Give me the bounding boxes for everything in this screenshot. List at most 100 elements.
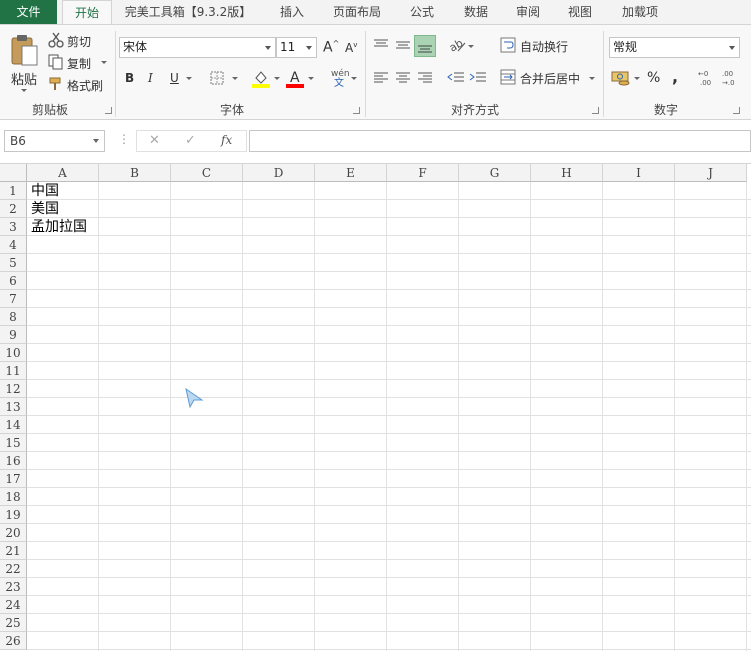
shrink-font-icon[interactable]: Av bbox=[345, 41, 357, 55]
underline-dropdown-icon[interactable] bbox=[186, 77, 192, 80]
column-header-h[interactable]: H bbox=[531, 164, 603, 182]
percent-button[interactable]: % bbox=[647, 70, 660, 86]
row-header-26[interactable]: 26 bbox=[0, 632, 27, 650]
row-header-17[interactable]: 17 bbox=[0, 470, 27, 488]
tab-review[interactable]: 审阅 bbox=[506, 0, 550, 24]
cut-button[interactable]: 剪切 bbox=[48, 32, 108, 50]
number-format-combo[interactable]: 常规 bbox=[609, 37, 740, 58]
increase-indent-icon[interactable] bbox=[469, 71, 487, 85]
align-left-icon[interactable] bbox=[373, 71, 389, 85]
decrease-decimal-icon[interactable]: .00 →.0 bbox=[721, 69, 741, 87]
row-header-22[interactable]: 22 bbox=[0, 560, 27, 578]
decrease-indent-icon[interactable] bbox=[447, 71, 465, 85]
row-header-12[interactable]: 12 bbox=[0, 380, 27, 398]
grow-font-icon[interactable]: A^ bbox=[323, 39, 339, 56]
column-header-j[interactable]: J bbox=[675, 164, 747, 182]
row-header-11[interactable]: 11 bbox=[0, 362, 27, 380]
alignment-launcher-icon[interactable] bbox=[592, 107, 599, 114]
align-top-icon[interactable] bbox=[373, 38, 389, 52]
row-header-5[interactable]: 5 bbox=[0, 254, 27, 272]
font-color-icon[interactable]: A bbox=[286, 69, 304, 89]
row-header-13[interactable]: 13 bbox=[0, 398, 27, 416]
paste-dropdown-icon[interactable] bbox=[21, 89, 27, 92]
align-middle-icon[interactable] bbox=[395, 38, 411, 52]
row-header-25[interactable]: 25 bbox=[0, 614, 27, 632]
font-name-combo[interactable]: 宋体 bbox=[119, 37, 276, 58]
merge-center-button[interactable]: 合并后居中 bbox=[500, 69, 598, 89]
underline-button[interactable]: U bbox=[170, 71, 179, 85]
column-header-g[interactable]: G bbox=[459, 164, 531, 182]
row-header-9[interactable]: 9 bbox=[0, 326, 27, 344]
borders-icon[interactable] bbox=[210, 71, 224, 85]
row-header-18[interactable]: 18 bbox=[0, 488, 27, 506]
row-header-2[interactable]: 2 bbox=[0, 200, 27, 218]
increase-decimal-icon[interactable]: ←0 .00 bbox=[697, 69, 717, 87]
formula-input[interactable] bbox=[249, 130, 751, 152]
row-header-20[interactable]: 20 bbox=[0, 524, 27, 542]
cancel-icon[interactable]: ✕ bbox=[149, 133, 160, 148]
tab-formulas[interactable]: 公式 bbox=[400, 0, 444, 24]
font-launcher-icon[interactable] bbox=[353, 107, 360, 114]
fill-color-dropdown-icon[interactable] bbox=[274, 77, 280, 80]
tab-toolbox[interactable]: 完美工具箱【9.3.2版】 bbox=[118, 0, 258, 24]
column-header-e[interactable]: E bbox=[315, 164, 387, 182]
align-right-icon[interactable] bbox=[417, 71, 433, 85]
accounting-format-icon[interactable] bbox=[611, 69, 631, 87]
copy-button[interactable]: 复制 bbox=[48, 54, 110, 72]
insert-function-icon[interactable]: fx bbox=[221, 133, 232, 147]
row-header-7[interactable]: 7 bbox=[0, 290, 27, 308]
row-header-3[interactable]: 3 bbox=[0, 218, 27, 236]
column-header-f[interactable]: F bbox=[387, 164, 459, 182]
row-header-21[interactable]: 21 bbox=[0, 542, 27, 560]
orientation-dropdown-icon[interactable] bbox=[468, 45, 474, 48]
column-header-d[interactable]: D bbox=[243, 164, 315, 182]
column-header-a[interactable]: A bbox=[27, 164, 99, 182]
format-painter-button[interactable]: 格式刷 bbox=[48, 76, 110, 94]
tab-addins[interactable]: 加载项 bbox=[612, 0, 668, 24]
tab-file[interactable]: 文件 bbox=[0, 0, 57, 24]
fill-color-icon[interactable] bbox=[252, 69, 270, 89]
row-header-4[interactable]: 4 bbox=[0, 236, 27, 254]
select-all-corner[interactable] bbox=[0, 164, 27, 182]
enter-icon[interactable]: ✓ bbox=[185, 133, 196, 148]
tab-data[interactable]: 数据 bbox=[454, 0, 498, 24]
italic-button[interactable]: I bbox=[148, 71, 153, 85]
row-header-16[interactable]: 16 bbox=[0, 452, 27, 470]
row-header-6[interactable]: 6 bbox=[0, 272, 27, 290]
font-size-combo[interactable]: 11 bbox=[276, 37, 317, 58]
name-box[interactable]: B6 bbox=[4, 130, 105, 152]
row-header-14[interactable]: 14 bbox=[0, 416, 27, 434]
merge-dropdown-icon[interactable] bbox=[589, 77, 595, 80]
tab-page-layout[interactable]: 页面布局 bbox=[326, 0, 388, 24]
column-header-i[interactable]: I bbox=[603, 164, 675, 182]
tab-view[interactable]: 视图 bbox=[558, 0, 602, 24]
comma-button[interactable]: , bbox=[672, 67, 678, 86]
formula-bar-grip-icon[interactable]: ⋮ bbox=[118, 132, 130, 146]
tab-home[interactable]: 开始 bbox=[62, 0, 112, 25]
align-bottom-button[interactable] bbox=[414, 35, 436, 57]
cell-a2[interactable]: 美国 bbox=[31, 200, 59, 218]
clipboard-launcher-icon[interactable] bbox=[105, 107, 112, 114]
copy-dropdown-icon[interactable] bbox=[101, 61, 107, 64]
cell-a1[interactable]: 中国 bbox=[31, 182, 59, 200]
tab-insert[interactable]: 插入 bbox=[270, 0, 314, 24]
row-header-19[interactable]: 19 bbox=[0, 506, 27, 524]
borders-dropdown-icon[interactable] bbox=[232, 77, 238, 80]
bold-button[interactable]: B bbox=[125, 71, 134, 85]
row-header-10[interactable]: 10 bbox=[0, 344, 27, 362]
orientation-icon[interactable]: ab bbox=[448, 37, 466, 53]
row-header-24[interactable]: 24 bbox=[0, 596, 27, 614]
row-header-8[interactable]: 8 bbox=[0, 308, 27, 326]
accounting-dropdown-icon[interactable] bbox=[634, 77, 640, 80]
align-center-icon[interactable] bbox=[395, 71, 411, 85]
row-header-23[interactable]: 23 bbox=[0, 578, 27, 596]
paste-button[interactable]: 粘贴 bbox=[6, 31, 42, 95]
wrap-text-button[interactable]: 自动换行 bbox=[500, 37, 580, 57]
phonetic-dropdown-icon[interactable] bbox=[351, 77, 357, 80]
row-header-15[interactable]: 15 bbox=[0, 434, 27, 452]
cell-a3[interactable]: 孟加拉国 bbox=[31, 218, 87, 236]
number-launcher-icon[interactable] bbox=[733, 107, 740, 114]
phonetic-guide-button[interactable]: wén 文 bbox=[331, 69, 350, 89]
column-header-c[interactable]: C bbox=[171, 164, 243, 182]
row-header-1[interactable]: 1 bbox=[0, 182, 27, 200]
